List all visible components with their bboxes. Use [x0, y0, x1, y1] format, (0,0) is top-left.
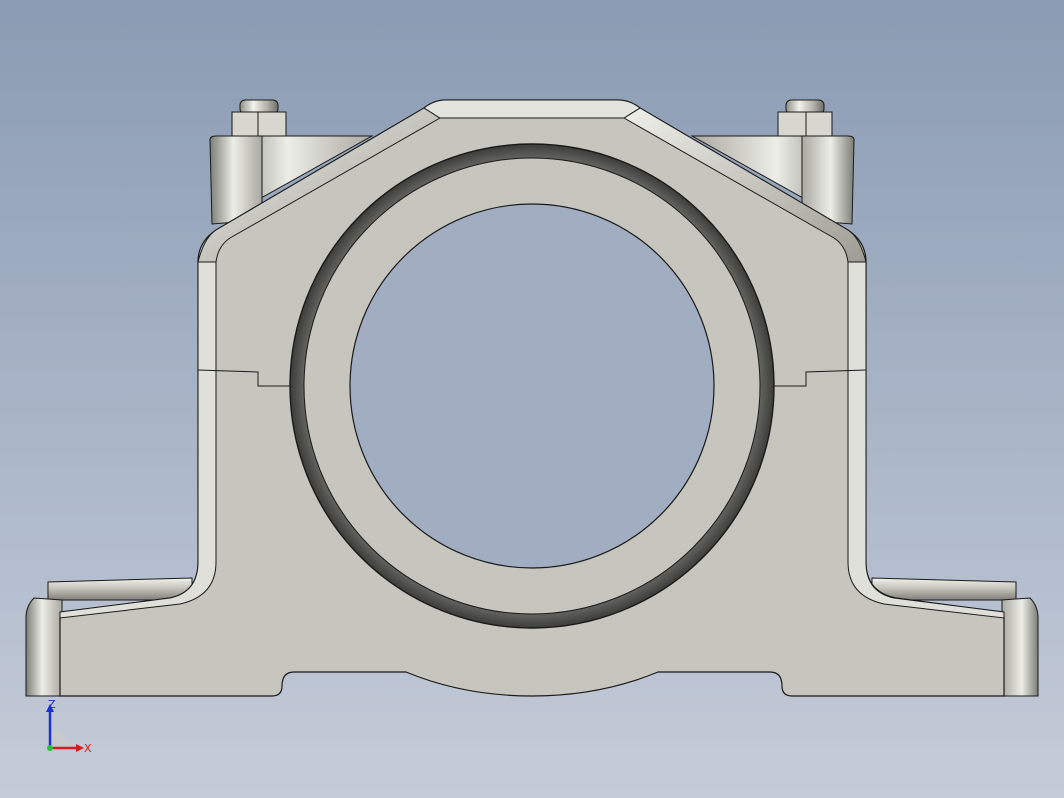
graphics-viewport[interactable]: Z X [0, 0, 1064, 798]
cap-top-edge [423, 99, 641, 119]
plummer-block-model[interactable] [0, 0, 1064, 798]
column-fillet-right [847, 261, 1005, 619]
x-axis-arrow [76, 744, 84, 752]
triad-quadrant [50, 730, 68, 748]
shaft-bore[interactable] [349, 203, 715, 569]
coordinate-triad: Z X [38, 696, 98, 756]
bolt-right[interactable] [777, 99, 833, 139]
column-fillet-left [59, 261, 217, 619]
origin-dot [47, 745, 53, 751]
z-axis-label: Z [48, 698, 56, 711]
bolt-left[interactable] [231, 99, 287, 139]
x-axis-label: X [84, 742, 92, 755]
